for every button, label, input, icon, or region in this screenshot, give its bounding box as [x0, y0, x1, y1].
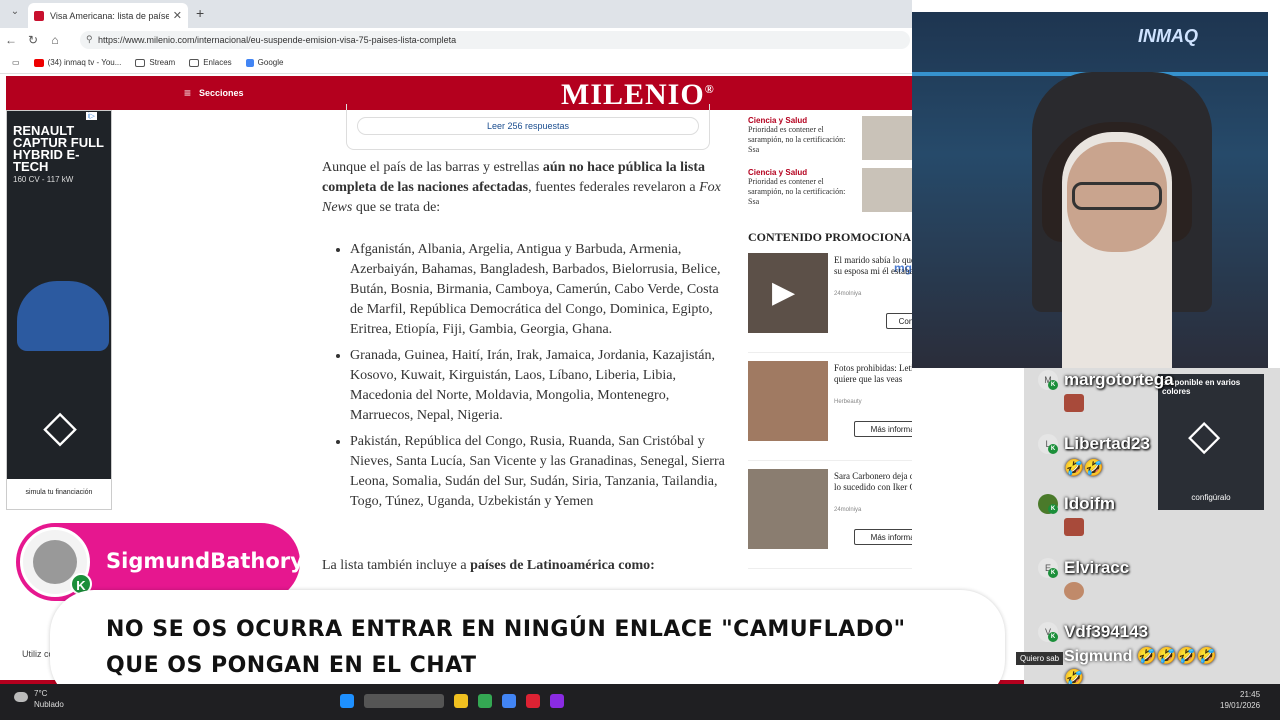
right-sidebar: Ciencia y Salud Prioridad es contener el… [748, 110, 912, 569]
ad-headline: RENAULT CAPTUR FULL HYBRID E-TECH [13, 123, 104, 174]
explorer-icon[interactable] [454, 694, 468, 708]
reload-icon[interactable]: ↻ [22, 33, 44, 47]
promo-card[interactable]: Fotos prohibidas: Letizia no quiere que … [748, 361, 912, 461]
taskbar-apps [340, 694, 574, 714]
renault-ad[interactable]: RENAULT CAPTUR FULL HYBRID E-TECH 160 CV… [6, 110, 112, 510]
screen: ⌄ Visa Americana: lista de países afe ✕ … [0, 0, 1280, 720]
promo-card[interactable]: Sara Carbonero deja de ocultar lo sucedi… [748, 469, 912, 569]
url-text: https://www.milenio.com/internacional/eu… [98, 35, 457, 45]
whatsapp-icon[interactable] [478, 694, 492, 708]
app-icon[interactable] [550, 694, 564, 708]
promo-card[interactable]: ▶ El marido sabía lo que hacía su esposa… [748, 253, 912, 353]
letizia-photo [748, 361, 828, 441]
start-icon[interactable] [340, 694, 354, 708]
article-continuation: La lista también incluye a países de Lat… [322, 558, 655, 573]
folder-icon [189, 58, 200, 67]
clock[interactable]: 21:45 19/01/2026 [1220, 689, 1260, 711]
apps-icon[interactable]: ▭ [12, 58, 20, 67]
chrome-icon[interactable] [502, 694, 516, 708]
related-news-item[interactable]: Ciencia y Salud Prioridad es contener el… [748, 168, 912, 220]
renault-logo-icon: ◇ [43, 402, 77, 451]
tab-list-chevron-icon[interactable]: ⌄ [6, 6, 24, 22]
read-replies-button[interactable]: Leer 256 respuestas [357, 117, 699, 135]
bookmark-stream[interactable]: Stream [135, 58, 175, 67]
bookmark-enlaces[interactable]: Enlaces [189, 58, 232, 67]
kick-badge-icon: K [1048, 568, 1058, 578]
youtube-icon [33, 58, 44, 67]
taskbar: 7°C Nublado 21:45 19/01/2026 [0, 684, 1280, 720]
banner-text: NO SE OS OCURRA ENTRAR EN NINGÚN ENLACE … [106, 617, 906, 678]
google-icon [245, 58, 254, 67]
emote [1064, 394, 1084, 412]
ad-spec: 160 CV - 117 kW [13, 175, 74, 184]
more-info-button[interactable]: Más información [854, 421, 912, 437]
kick-badge-icon: K [1048, 632, 1058, 642]
stream-logo: INMAQ [1138, 26, 1198, 46]
video-thumbnail: ▶ [748, 253, 828, 333]
ad-info-icon[interactable]: i▷ [86, 112, 97, 120]
search-box[interactable] [364, 694, 444, 708]
tab-title: Visa Americana: lista de países afe [50, 10, 169, 21]
emote [1064, 582, 1084, 600]
cloud-icon [14, 692, 28, 702]
list-item: Granada, Guinea, Haití, Irán, Irak, Jama… [350, 346, 734, 426]
more-info-button[interactable]: Más información [854, 529, 912, 545]
site-info-icon[interactable]: ⚲ [86, 34, 93, 45]
news-thumbnail [862, 116, 912, 160]
new-tab-button[interactable]: + [196, 5, 204, 21]
back-arrow-icon[interactable]: ← [0, 33, 22, 47]
bookmark-youtube[interactable]: (34) inmaq tv - You... [33, 58, 121, 67]
carbonero-photo [748, 469, 828, 549]
kick-badge-icon: K [1048, 380, 1058, 390]
promo-heading: CONTENIDO PROMOCIONA [748, 230, 912, 244]
article-intro: Aunque el país de las barras y estrellas… [322, 160, 721, 215]
kick-badge-icon: K [1048, 504, 1058, 514]
comments-box: Leer 256 respuestas [346, 104, 710, 150]
list-item: Pakistán, República del Congo, Rusia, Ru… [350, 432, 734, 512]
countries-list: Afganistán, Albania, Argelia, Antigua y … [350, 240, 734, 518]
glasses [1072, 182, 1162, 210]
tab-active[interactable]: Visa Americana: lista de países afe ✕ [28, 3, 188, 28]
tab-close-icon[interactable]: ✕ [173, 9, 182, 22]
ad-footer: simula tu financiación [7, 479, 111, 509]
milenio-favicon-icon [34, 10, 44, 21]
list-item: Afganistán, Albania, Argelia, Antigua y … [350, 240, 734, 340]
related-news-item[interactable]: Ciencia y Salud Prioridad es contener el… [748, 116, 912, 168]
chat-panel: Disponible en varios colores ◇ configúra… [1016, 368, 1280, 687]
avatar-image [33, 540, 77, 584]
bookmark-google[interactable]: Google [245, 58, 283, 67]
bookmarks-bar: ▭ (34) inmaq tv - You... Stream Enlaces … [0, 52, 912, 74]
folder-icon [135, 58, 146, 67]
sections-menu-button[interactable]: ≡ Secciones [184, 86, 244, 100]
address-bar[interactable]: ⚲ https://www.milenio.com/internacional/… [80, 31, 910, 49]
emote [1064, 518, 1084, 536]
continue-button[interactable]: Con [886, 313, 912, 329]
home-icon[interactable]: ⌂ [44, 33, 66, 47]
chat-ad-cta[interactable]: Quiero sab [1016, 652, 1064, 665]
hamburger-icon: ≡ [184, 86, 192, 100]
kick-badge-icon: K [1048, 444, 1058, 454]
tab-strip: ⌄ Visa Americana: lista de países afe ✕ … [0, 0, 912, 28]
webcam-feed: INMAQ [912, 12, 1268, 368]
chat-ad[interactable]: Disponible en varios colores ◇ configúra… [1158, 374, 1264, 510]
play-icon[interactable]: ▶ [772, 275, 795, 310]
browser-toolbar: ← ↻ ⌂ ⚲ https://www.milenio.com/internac… [0, 28, 912, 52]
featured-username: SigmundBathory [106, 549, 304, 573]
obs-icon[interactable] [526, 694, 540, 708]
car-image [17, 281, 109, 351]
renault-logo-icon: ◇ [1188, 411, 1221, 458]
news-thumbnail [862, 168, 912, 212]
